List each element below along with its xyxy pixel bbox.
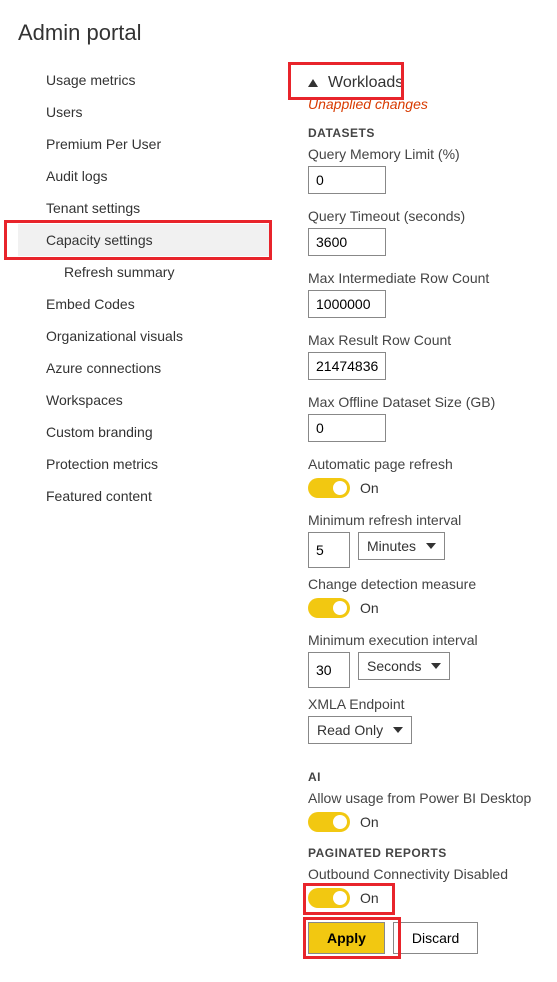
ai-allow-desktop-state: On [360, 814, 379, 830]
change-detection-toggle[interactable] [308, 598, 350, 618]
query-timeout-input[interactable] [308, 228, 386, 256]
expand-icon [308, 79, 318, 87]
max-result-label: Max Result Row Count [308, 332, 557, 348]
outbound-state: On [360, 890, 379, 906]
page-title: Admin portal [0, 0, 557, 64]
outbound-toggle[interactable] [308, 888, 350, 908]
sidebar-item-refresh-summary[interactable]: Refresh summary [18, 256, 272, 288]
workloads-header[interactable]: Workloads [308, 74, 557, 92]
change-detection-state: On [360, 600, 379, 616]
sidebar-item-premium-per-user[interactable]: Premium Per User [18, 128, 272, 160]
query-memory-limit-input[interactable] [308, 166, 386, 194]
sidebar-item-audit-logs[interactable]: Audit logs [18, 160, 272, 192]
chevron-down-icon [393, 727, 403, 733]
select-value: Minutes [367, 538, 416, 554]
sidebar-item-workspaces[interactable]: Workspaces [18, 384, 272, 416]
min-exec-label: Minimum execution interval [308, 632, 557, 648]
paginated-group-header: PAGINATED REPORTS [308, 846, 557, 860]
max-offline-input[interactable] [308, 414, 386, 442]
unapplied-changes-text: Unapplied changes [308, 96, 557, 112]
sidebar-item-protection-metrics[interactable]: Protection metrics [18, 448, 272, 480]
max-result-input[interactable] [308, 352, 386, 380]
outbound-label: Outbound Connectivity Disabled [308, 866, 557, 882]
min-exec-input[interactable] [308, 652, 350, 688]
ai-allow-desktop-toggle[interactable] [308, 812, 350, 832]
max-offline-label: Max Offline Dataset Size (GB) [308, 394, 557, 410]
query-timeout-label: Query Timeout (seconds) [308, 208, 557, 224]
sidebar-item-custom-branding[interactable]: Custom branding [18, 416, 272, 448]
sidebar-item-label: Capacity settings [46, 232, 153, 248]
sidebar-item-tenant-settings[interactable]: Tenant settings [18, 192, 272, 224]
chevron-down-icon [431, 663, 441, 669]
max-intermediate-label: Max Intermediate Row Count [308, 270, 557, 286]
sidebar-item-azure-connections[interactable]: Azure connections [18, 352, 272, 384]
sidebar-item-embed-codes[interactable]: Embed Codes [18, 288, 272, 320]
min-exec-unit-select[interactable]: Seconds [358, 652, 450, 680]
ai-allow-desktop-label: Allow usage from Power BI Desktop [308, 790, 557, 806]
query-memory-limit-label: Query Memory Limit (%) [308, 146, 557, 162]
min-refresh-label: Minimum refresh interval [308, 512, 557, 528]
ai-group-header: AI [308, 770, 557, 784]
apply-button[interactable]: Apply [308, 922, 385, 954]
sidebar: Usage metrics Users Premium Per User Aud… [0, 64, 272, 512]
section-title: Workloads [328, 74, 403, 92]
xmla-select[interactable]: Read Only [308, 716, 412, 744]
chevron-down-icon [426, 543, 436, 549]
xmla-label: XMLA Endpoint [308, 696, 557, 712]
auto-refresh-label: Automatic page refresh [308, 456, 557, 472]
min-refresh-input[interactable] [308, 532, 350, 568]
select-value: Seconds [367, 658, 421, 674]
change-detection-label: Change detection measure [308, 576, 557, 592]
auto-refresh-state: On [360, 480, 379, 496]
main-panel: Workloads Unapplied changes DATASETS Que… [272, 64, 557, 954]
max-intermediate-input[interactable] [308, 290, 386, 318]
datasets-group-header: DATASETS [308, 126, 557, 140]
auto-refresh-toggle[interactable] [308, 478, 350, 498]
sidebar-item-capacity-settings[interactable]: Capacity settings [18, 224, 272, 256]
discard-button[interactable]: Discard [393, 922, 478, 954]
sidebar-item-featured-content[interactable]: Featured content [18, 480, 272, 512]
select-value: Read Only [317, 722, 383, 738]
min-refresh-unit-select[interactable]: Minutes [358, 532, 445, 560]
sidebar-item-usage-metrics[interactable]: Usage metrics [18, 64, 272, 96]
sidebar-item-users[interactable]: Users [18, 96, 272, 128]
sidebar-item-organizational-visuals[interactable]: Organizational visuals [18, 320, 272, 352]
